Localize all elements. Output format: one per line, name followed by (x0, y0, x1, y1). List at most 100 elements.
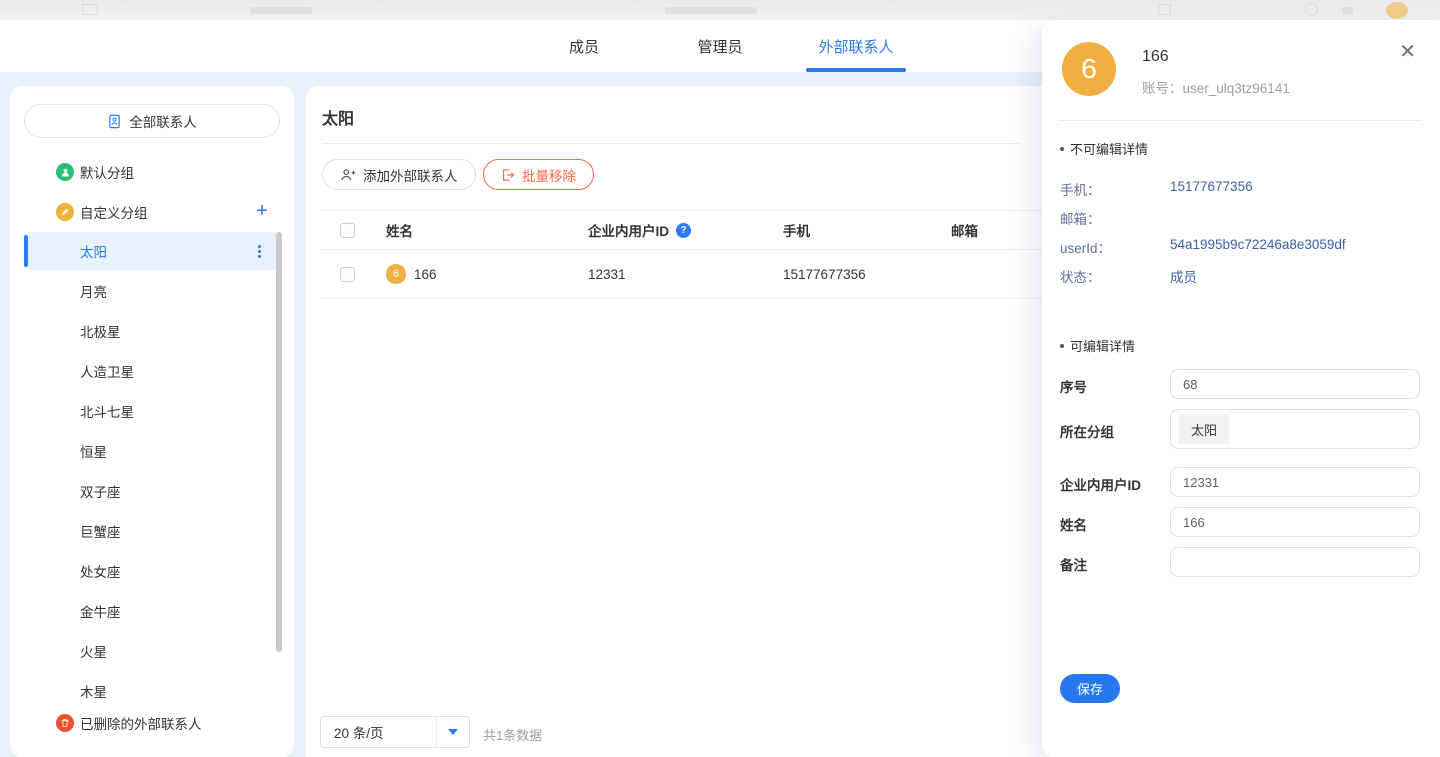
label-serial: 序号 (1060, 376, 1087, 396)
group-item[interactable]: 北斗七星 (24, 392, 280, 430)
field-label: 状态： (1060, 266, 1101, 286)
group-label: 处女座 (80, 561, 121, 581)
group-label: 金牛座 (80, 601, 121, 621)
trash-icon (56, 714, 74, 732)
group-item[interactable]: 人造卫星 (24, 352, 280, 390)
divider (322, 143, 1020, 144)
group-item[interactable]: 火星 (24, 632, 280, 670)
add-external-contact-label: 添加外部联系人 (363, 165, 458, 185)
field-value: 15177677356 (1170, 179, 1253, 194)
drawer-account-label: 账号：user_ulq3tz96141 (1142, 77, 1290, 97)
page-title: 太阳 (322, 105, 354, 129)
select-divider (436, 717, 437, 748)
col-name: 姓名 (386, 220, 413, 240)
readonly-field-phone: 手机： 15177677356 (1060, 179, 1420, 197)
add-group-button[interactable]: + (250, 200, 274, 224)
group-item-selected[interactable]: 太阳 (24, 232, 280, 270)
editable-section-title: 可编辑详情 (1060, 336, 1135, 355)
group-label: 巨蟹座 (80, 521, 121, 541)
group-label: 木星 (80, 681, 107, 701)
name-input[interactable] (1170, 507, 1420, 537)
label-remark: 备注 (1060, 554, 1087, 574)
app-root: 成员 管理员 外部联系人 全部联系人 默认分组 (0, 0, 1440, 757)
divider (1058, 120, 1422, 121)
person-add-icon (340, 168, 356, 182)
contact-book-icon (107, 114, 122, 129)
remark-input[interactable] (1170, 547, 1420, 577)
close-icon[interactable]: ✕ (1399, 42, 1416, 62)
select-all-checkbox[interactable] (340, 223, 355, 238)
sidebar: 全部联系人 默认分组 自定义分组 + 太阳 月亮 北极星 人造卫星 北斗七星 恒… (10, 86, 294, 757)
readonly-section-title: 不可编辑详情 (1060, 139, 1148, 158)
ghost-help-icon (1305, 3, 1318, 16)
readonly-section-title-text: 不可编辑详情 (1070, 139, 1148, 158)
group-label: 太阳 (80, 241, 107, 261)
sidebar-item-custom-group[interactable]: 自定义分组 + (10, 200, 294, 224)
group-item[interactable]: 恒星 (24, 432, 280, 470)
group-item[interactable]: 处女座 (24, 552, 280, 590)
group-label: 火星 (80, 641, 107, 661)
tab-admins[interactable]: 管理员 (652, 20, 788, 72)
person-icon (56, 163, 74, 181)
field-label: 手机： (1060, 179, 1101, 199)
group-label: 双子座 (80, 481, 121, 501)
group-item[interactable]: 月亮 (24, 272, 280, 310)
add-external-contact-button[interactable]: 添加外部联系人 (322, 159, 476, 190)
group-item[interactable]: 金牛座 (24, 592, 280, 630)
row-phone: 15177677356 (783, 267, 866, 282)
page-size-select[interactable]: 20 条/页 (320, 716, 470, 748)
save-button[interactable]: 保存 (1060, 674, 1120, 703)
sidebar-item-default-group[interactable]: 默认分组 (10, 160, 294, 184)
tab-external-contacts[interactable]: 外部联系人 (788, 20, 924, 72)
section-bullet (1060, 147, 1064, 151)
group-item[interactable]: 木星 (24, 672, 280, 710)
ghost-menu-text (250, 7, 312, 14)
field-label: userId： (1060, 237, 1111, 257)
readonly-field-userid: userId： 54a1995b9c72246a8e3059df (1060, 237, 1420, 255)
row-avatar: 6 (386, 264, 406, 284)
editable-section-title-text: 可编辑详情 (1070, 336, 1135, 355)
tab-external-contacts-label: 外部联系人 (818, 36, 893, 57)
default-group-label: 默认分组 (80, 162, 134, 182)
sidebar-scrollbar[interactable] (276, 232, 282, 652)
custom-group-label: 自定义分组 (80, 202, 148, 222)
ghost-toolbar (0, 0, 1440, 20)
total-count-label: 共1条数据 (483, 725, 542, 744)
tab-bar: 成员 管理员 外部联系人 (516, 20, 924, 72)
ghost-avatar (1386, 2, 1408, 19)
tab-members[interactable]: 成员 (516, 20, 652, 72)
sidebar-item-deleted-contacts[interactable]: 已删除的外部联系人 (10, 711, 294, 735)
caret-down-icon (448, 729, 458, 735)
field-label: 邮箱： (1060, 208, 1101, 228)
drawer-avatar: 6 (1062, 42, 1116, 96)
serial-input[interactable] (1170, 369, 1420, 399)
col-email: 邮箱 (951, 220, 978, 240)
group-tag: 太阳 (1179, 415, 1229, 444)
ghost-title-text (665, 7, 757, 14)
group-item[interactable]: 双子座 (24, 472, 280, 510)
readonly-field-email: 邮箱： (1060, 208, 1420, 226)
contact-detail-drawer: 6 166 账号：user_ulq3tz96141 ✕ 不可编辑详情 手机： 1… (1042, 20, 1440, 757)
group-input[interactable]: 太阳 (1170, 409, 1420, 449)
group-label: 月亮 (80, 281, 107, 301)
col-corp-user-id: 企业内用户ID (588, 220, 669, 240)
more-options-icon[interactable] (252, 243, 266, 259)
tab-members-label: 成员 (569, 36, 599, 57)
corp-user-id-input[interactable] (1170, 467, 1420, 497)
label-corp-user-id: 企业内用户ID (1060, 474, 1141, 494)
batch-remove-button[interactable]: 批量移除 (483, 159, 594, 190)
selected-indicator-bar (24, 235, 28, 267)
ghost-square-icon (1158, 4, 1171, 15)
help-question-icon[interactable]: ? (676, 223, 691, 238)
group-item[interactable]: 北极星 (24, 312, 280, 350)
all-contacts-button[interactable]: 全部联系人 (24, 104, 280, 138)
row-checkbox[interactable] (340, 267, 355, 282)
batch-remove-label: 批量移除 (522, 165, 576, 185)
group-item[interactable]: 巨蟹座 (24, 512, 280, 550)
col-phone: 手机 (783, 220, 810, 240)
deleted-contacts-label: 已删除的外部联系人 (80, 713, 202, 733)
label-name: 姓名 (1060, 514, 1087, 534)
active-tab-underline (806, 68, 906, 72)
pencil-icon (56, 203, 74, 221)
field-value: 54a1995b9c72246a8e3059df (1170, 237, 1346, 252)
